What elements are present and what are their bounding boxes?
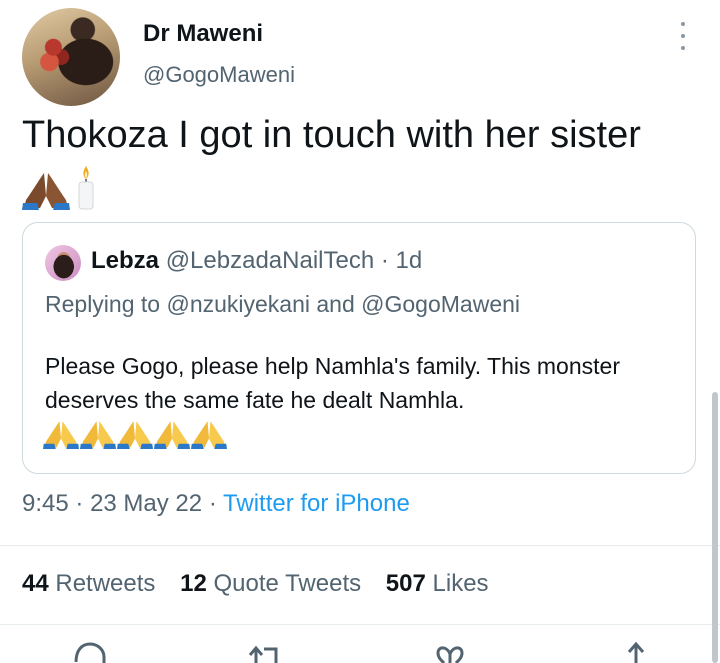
replying-to: Replying to @nzukiyekani and @GogoMaweni xyxy=(45,291,520,318)
quote-tweets-count: 12 xyxy=(180,570,207,597)
scrollbar[interactable] xyxy=(712,392,718,663)
praying-hands-emoji xyxy=(154,421,190,449)
quoted-handle[interactable]: @LebzadaNailTech xyxy=(166,247,375,274)
quoted-tweet[interactable]: Lebza @LebzadaNailTech · 1d Replying to … xyxy=(22,222,696,474)
reply-user-2[interactable]: @GogoMaweni xyxy=(361,291,520,317)
quoted-time: 1d xyxy=(395,247,423,274)
likes-label: Likes xyxy=(432,570,489,597)
meta-separator: · xyxy=(75,490,84,517)
retweet-icon[interactable] xyxy=(246,640,286,663)
divider xyxy=(0,545,720,546)
tweet-meta: 9:45 · 23 May 22 · Twitter for iPhone xyxy=(22,490,410,518)
more-icon[interactable] xyxy=(674,22,692,50)
praying-hands-emoji xyxy=(80,421,116,449)
tweet-time[interactable]: 9:45 xyxy=(22,490,69,517)
divider xyxy=(0,624,720,625)
praying-hands-emoji xyxy=(22,173,70,210)
replying-to-prefix: Replying to xyxy=(45,291,161,317)
retweets-label: Retweets xyxy=(55,570,156,597)
action-bar xyxy=(0,640,720,663)
tweet-text: Thokoza I got in touch with her sister xyxy=(22,114,641,156)
quoted-emoji-row xyxy=(43,419,227,449)
author-avatar[interactable] xyxy=(22,8,120,106)
quoted-name[interactable]: Lebza xyxy=(91,247,159,274)
reply-icon[interactable] xyxy=(70,640,110,663)
author-name[interactable]: Dr Maweni xyxy=(143,20,263,48)
reply-user-1[interactable]: @nzukiyekani xyxy=(166,291,310,317)
likes-count: 507 xyxy=(385,570,426,597)
quote-tweets-label: Quote Tweets xyxy=(213,570,362,597)
retweets-stat[interactable]: 44 Retweets xyxy=(22,570,155,597)
replying-to-and: and xyxy=(316,291,355,317)
quoted-separator: · xyxy=(380,247,389,274)
tweet-date[interactable]: 23 May 22 xyxy=(90,490,202,517)
candle-emoji xyxy=(78,166,94,210)
quote-tweets-stat[interactable]: 12 Quote Tweets xyxy=(180,570,361,597)
praying-hands-emoji xyxy=(43,421,79,449)
engagement-stats: 44 Retweets 12 Quote Tweets 507 Likes xyxy=(22,570,507,598)
praying-hands-emoji xyxy=(191,421,227,449)
praying-hands-emoji xyxy=(117,421,153,449)
tweet-source-link[interactable]: Twitter for iPhone xyxy=(223,490,410,517)
quoted-avatar[interactable] xyxy=(45,245,81,281)
author-handle[interactable]: @GogoMaweni xyxy=(143,62,295,88)
likes-stat[interactable]: 507 Likes xyxy=(386,570,489,597)
quoted-text: Please Gogo, please help Namhla's family… xyxy=(45,353,620,413)
heart-icon[interactable] xyxy=(430,640,470,663)
share-icon[interactable] xyxy=(616,640,656,663)
quoted-header: Lebza @LebzadaNailTech · 1d xyxy=(91,247,422,275)
retweets-count: 44 xyxy=(22,570,49,597)
meta-separator: · xyxy=(208,490,217,517)
tweet-emoji-row xyxy=(22,164,96,210)
